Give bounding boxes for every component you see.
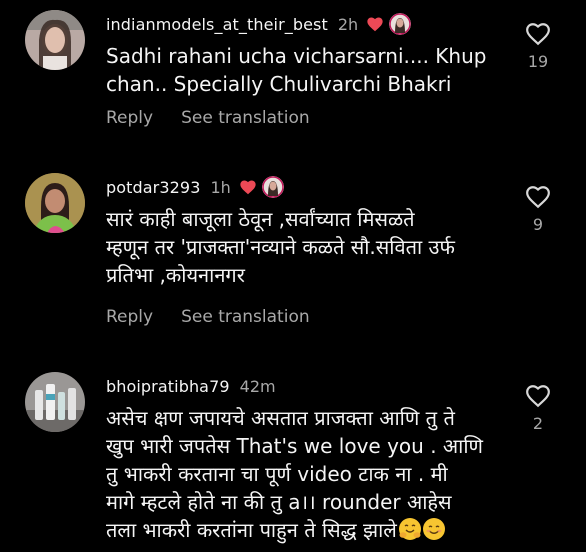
- avatar[interactable]: [25, 10, 85, 70]
- timestamp: 42m: [239, 376, 276, 396]
- reply-button[interactable]: Reply: [106, 307, 153, 327]
- like-column: 19: [522, 22, 554, 71]
- reply-button[interactable]: Reply: [106, 108, 153, 128]
- see-translation-button[interactable]: See translation: [181, 307, 310, 327]
- see-translation-button[interactable]: See translation: [181, 108, 310, 128]
- creator-liked-heart-icon: [240, 180, 256, 195]
- heart-outline-icon[interactable]: [525, 384, 551, 408]
- creator-avatar: [261, 176, 284, 198]
- timestamp: 2h: [337, 14, 359, 34]
- like-count: 19: [527, 52, 549, 71]
- hugging-face-emoji-icon: [398, 518, 421, 540]
- comment-actions: Reply See translation: [106, 108, 310, 128]
- username[interactable]: indianmodels_at_their_best: [106, 15, 328, 34]
- timestamp: 1h: [210, 177, 231, 197]
- creator-liked-heart-icon: [367, 17, 383, 32]
- comment-text: असेच क्षण जपायचे असतात प्राजक्ता आणि तु …: [106, 404, 506, 544]
- comment-meta: indianmodels_at_their_best 2h: [106, 12, 412, 36]
- comment-actions: Reply See translation: [106, 307, 310, 327]
- username[interactable]: bhoipratibha79: [106, 377, 230, 396]
- avatar[interactable]: [25, 372, 85, 432]
- like-column: 2: [522, 384, 554, 433]
- username[interactable]: potdar3293: [106, 178, 200, 197]
- like-count: 2: [532, 414, 544, 433]
- comment-meta: bhoipratibha79 42m: [106, 374, 276, 398]
- heart-outline-icon[interactable]: [525, 22, 551, 46]
- heart-outline-icon[interactable]: [525, 185, 551, 209]
- comment-text: सारं काही बाजूला ठेवून ,सर्वांच्यात मिसळ…: [106, 207, 455, 287]
- comment-text: Sadhi rahani ucha vicharsarni.... Khup c…: [106, 44, 487, 96]
- smiling-face-emoji-icon: [422, 518, 445, 540]
- avatar[interactable]: [25, 173, 85, 233]
- creator-avatar: [389, 13, 412, 35]
- like-column: 9: [522, 185, 554, 234]
- like-count: 9: [532, 215, 544, 234]
- comment-meta: potdar3293 1h: [106, 175, 284, 199]
